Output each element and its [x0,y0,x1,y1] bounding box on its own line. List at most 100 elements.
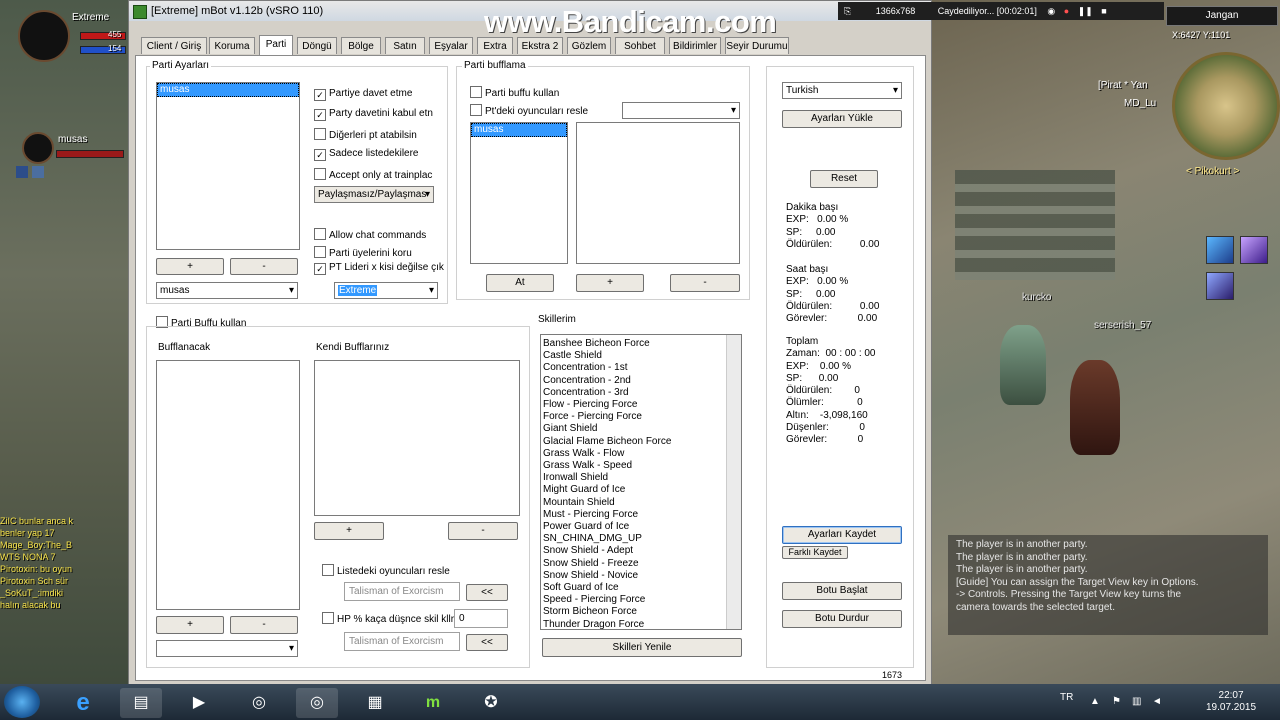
remove-buff-button[interactable]: - [670,274,740,292]
only-listed-checkbox[interactable]: ✓ Sadece listedekilere [314,148,419,161]
checkbox-box[interactable]: ✓ [314,109,326,121]
protect-members-checkbox[interactable]: Parti üyelerini koru [314,246,412,260]
party-buff-checkbox[interactable]: Parti buffu kullan [470,86,559,100]
others-kick-checkbox[interactable]: Diğerleri pt atabilsin [314,128,417,142]
buff-member-list[interactable]: musas [470,122,568,264]
internet-explorer-icon[interactable]: e [62,688,104,718]
skills-list[interactable]: Banshee Bicheon Force Castle Shield Conc… [540,334,742,630]
skill-item[interactable]: Snow Shield - Freeze [541,558,741,570]
skill-item[interactable]: SN_CHINA_DMG_UP [541,533,741,545]
remove-target-button[interactable]: - [230,616,298,634]
invite-checkbox[interactable]: ✓ Partiye davet etme [314,88,412,101]
tab-client-giris[interactable]: Client / Giriş [141,37,207,54]
skill-item[interactable]: Ironwall Shield [541,472,741,484]
skill-item[interactable]: Must - Piercing Force [541,509,741,521]
skill-item[interactable]: Flow - Piercing Force [541,399,741,411]
party-member-portrait[interactable] [22,132,54,164]
skill-item[interactable]: Soft Guard of Ice [541,582,741,594]
network-icon[interactable]: ▥ [1132,696,1141,707]
tab-bolge[interactable]: Bölge [341,37,381,54]
record-icon[interactable]: ● [1064,6,1069,16]
add-target-button[interactable]: + [156,616,224,634]
skill-slot-icon[interactable] [1206,236,1234,264]
player-portrait[interactable] [18,10,70,62]
tab-dongu[interactable]: Döngü [297,37,337,54]
checkbox-box[interactable] [314,246,326,258]
checkbox-box[interactable] [314,228,326,240]
skill-item[interactable]: Grass Walk - Speed [541,460,741,472]
pause-icon[interactable]: ❚❚ [1078,6,1093,16]
skill-item[interactable]: Concentration - 1st [541,362,741,374]
target-combo[interactable] [156,640,298,657]
tab-esyalar[interactable]: Eşyalar [429,37,473,54]
add-member-button[interactable]: + [156,258,224,275]
stop-icon[interactable]: ■ [1101,6,1106,16]
skill-item[interactable]: Speed - Piercing Force [541,594,741,606]
checkbox-box[interactable] [322,564,334,576]
skill-item[interactable]: Mountain Shield [541,497,741,509]
skill-item[interactable]: Banshee Bicheon Force [541,338,741,350]
language-combo[interactable]: Turkish [782,82,902,99]
skill-item[interactable]: Concentration - 2nd [541,375,741,387]
skill-item[interactable]: Castle Shield [541,350,741,362]
document-icon[interactable]: ▦ [354,688,396,718]
at-button[interactable]: At [486,274,554,292]
skill-item[interactable]: Thunder Dragon Force [541,619,741,629]
skill-item[interactable]: Might Guard of Ice [541,484,741,496]
character-sprite[interactable] [1000,325,1046,405]
volume-icon[interactable]: ◄ [1152,696,1162,707]
snapshot-icon[interactable]: ◉ [1047,6,1055,16]
tray-arrow-icon[interactable]: ▲ [1090,696,1100,707]
leader-combo[interactable]: Extreme [334,282,438,299]
chrome-icon[interactable]: ◎ [238,688,280,718]
hp-percent-input[interactable]: 0 [454,609,508,628]
silkroad-icon[interactable]: ✪ [470,688,512,718]
checkbox-box[interactable] [314,128,326,140]
add-own-buff-button[interactable]: + [314,522,384,540]
accept-invite-checkbox[interactable]: ✓ Party davetini kabul etn [314,108,433,121]
leader-leave-checkbox[interactable]: ✓ PT Lideri x kisi değilse çık [314,262,444,275]
skill-item[interactable]: Snow Shield - Novice [541,570,741,582]
add-buff-button[interactable]: + [576,274,644,292]
skill-slot-icon[interactable] [1206,272,1234,300]
skill-item[interactable]: Giant Shield [541,423,741,435]
recorder-bar[interactable]: ⎘ 1366x768 Caydediliyor... [00:02:01] ◉ … [838,2,1164,20]
clock[interactable]: 22:07 19.07.2015 [1206,690,1256,714]
checkbox-box[interactable]: ✓ [314,263,326,275]
list-item[interactable]: musas [157,83,299,97]
checkbox-box[interactable] [470,86,482,98]
res-party-checkbox[interactable]: Pt'deki oyuncuları resle [470,104,588,118]
skills-scrollbar[interactable] [726,335,741,629]
checkbox-box[interactable] [314,168,326,180]
refresh-skills-button[interactable]: Skilleri Yenile [542,638,742,657]
party-mode-combo[interactable]: Paylaşmasız/Paylaşmas [314,186,434,203]
tab-parti[interactable]: Parti [259,35,293,55]
trainplace-only-checkbox[interactable]: Accept only at trainplac [314,168,432,182]
save-as-button[interactable]: Farklı Kaydet [782,546,848,559]
minimap[interactable] [1172,52,1280,160]
skill-item[interactable]: Storm Bicheon Force [541,606,741,618]
skill-item[interactable]: Grass Walk - Flow [541,448,741,460]
load-settings-button[interactable]: Ayarları Yükle [782,110,902,128]
party-member-list[interactable]: musas [156,82,300,250]
res-skill-pick-button[interactable]: << [466,584,508,601]
res-skill-field[interactable]: Talisman of Exorcism [344,582,460,601]
file-explorer-icon[interactable]: ▤ [120,688,162,718]
checkbox-box[interactable] [322,612,334,624]
tab-satin[interactable]: Satın [385,37,425,54]
reset-button[interactable]: Reset [810,170,878,188]
own-buffs-list[interactable] [314,360,520,516]
checkbox-box[interactable]: ✓ [314,89,326,101]
hp-skill-field[interactable]: Talisman of Exorcism [344,632,460,651]
flag-icon[interactable]: ⚑ [1112,696,1121,707]
tab-koruma[interactable]: Koruma [209,37,255,54]
hp-skill-pick-button[interactable]: << [466,634,508,651]
save-settings-button[interactable]: Ayarları Kaydet [782,526,902,544]
remove-own-buff-button[interactable]: - [448,522,518,540]
res-skill-combo[interactable] [622,102,740,119]
skill-item[interactable]: Snow Shield - Adept [541,545,741,557]
start-bot-button[interactable]: Botu Başlat [782,582,902,600]
remove-member-button[interactable]: - [230,258,298,275]
skill-item[interactable]: Force - Piercing Force [541,411,741,423]
input-language[interactable]: TR [1060,692,1073,703]
